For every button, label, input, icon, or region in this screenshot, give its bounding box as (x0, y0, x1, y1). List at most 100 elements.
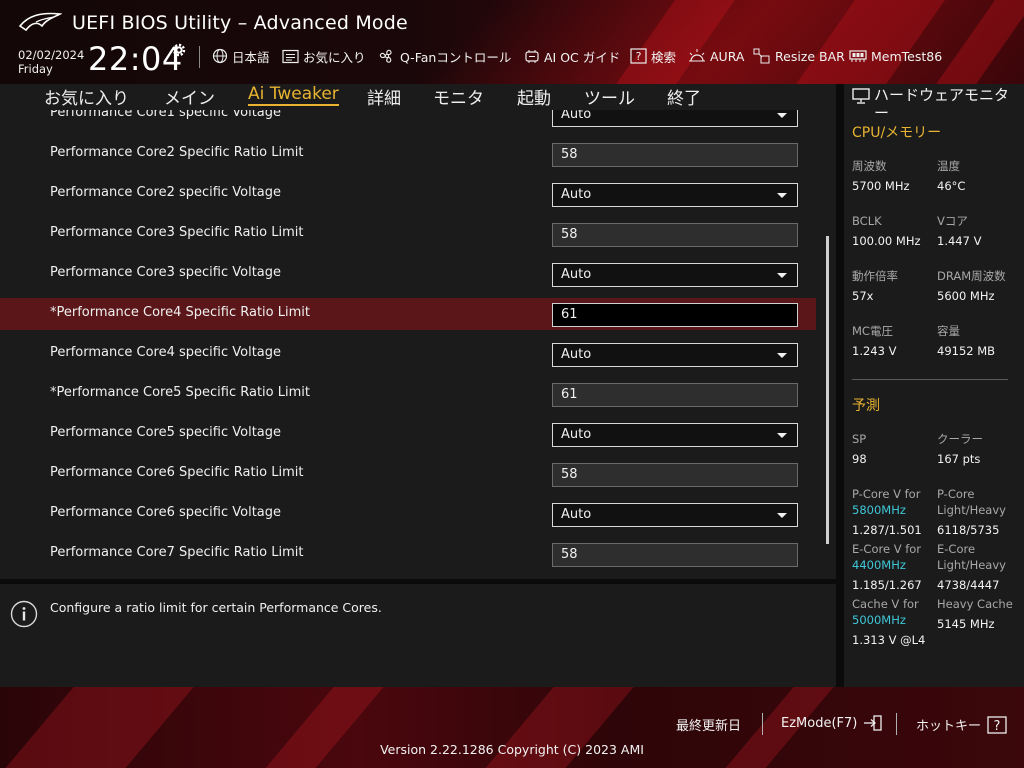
tab-boot[interactable]: 起動 (517, 84, 551, 109)
ecore-lh-label: E-Core (937, 542, 976, 556)
setting-row[interactable]: Performance Core3 Specific Ratio Limit 5… (0, 218, 816, 250)
ecore-v-label: E-Core V for (852, 542, 922, 556)
tab-ai-tweaker[interactable]: Ai Tweaker (248, 84, 339, 106)
tab-tool[interactable]: ツール (584, 84, 635, 109)
setting-label: *Performance Core4 Specific Ratio Limit (50, 305, 310, 320)
setting-label: Performance Core6 Specific Ratio Limit (50, 465, 304, 480)
chevron-down-icon (777, 113, 787, 118)
aura-icon (689, 49, 705, 62)
setting-value: 58 (561, 227, 578, 242)
ai-oc-guide-button[interactable]: AI OC ガイド (524, 46, 620, 66)
ecore-lh-sublabel: Light/Heavy (937, 558, 1006, 572)
ai-oc-label: AI OC ガイド (544, 49, 621, 65)
setting-value: 58 (561, 547, 578, 562)
cpu-memory-section: CPU/メモリー (852, 125, 942, 141)
setting-input-active[interactable]: 61 (552, 303, 798, 327)
help-icon: ? (987, 715, 1007, 734)
scrollbar[interactable] (826, 236, 829, 544)
setting-row[interactable]: Performance Core5 specific Voltage Auto (0, 418, 816, 450)
setting-row[interactable]: Performance Core1 specific Voltage Auto (0, 110, 816, 130)
gear-icon[interactable] (171, 42, 187, 58)
ezmode-label: EzMode(F7) (781, 715, 858, 731)
pcore-lh-label: P-Core (937, 487, 975, 501)
time-display: 22:04 (88, 40, 183, 78)
setting-value: Auto (561, 267, 592, 282)
ratio-label: 動作倍率 (852, 269, 898, 283)
setting-value: Auto (561, 187, 592, 202)
setting-label: Performance Core2 Specific Ratio Limit (50, 145, 304, 160)
tab-advanced[interactable]: 詳細 (367, 84, 401, 109)
setting-label: Performance Core7 Specific Ratio Limit (50, 545, 304, 560)
setting-input[interactable]: 58 (552, 223, 798, 247)
tab-monitor[interactable]: モニタ (433, 84, 484, 109)
pcore-v-value: 1.287/1.501 (852, 523, 922, 537)
chevron-down-icon (777, 273, 787, 278)
setting-row[interactable]: Performance Core2 specific Voltage Auto (0, 178, 816, 210)
search-help-icon: ? (630, 48, 647, 64)
setting-row-selected[interactable]: *Performance Core4 Specific Ratio Limit … (0, 298, 816, 330)
favorites-button[interactable]: お気に入り (282, 46, 366, 66)
settings-list: Performance Core1 specific Voltage Auto … (0, 110, 836, 577)
chevron-down-icon (777, 353, 787, 358)
date-display: 02/02/2024 (18, 48, 85, 62)
vcore-value: 1.447 V (937, 234, 982, 248)
setting-dropdown[interactable]: Auto (552, 183, 798, 207)
mc-voltage-value: 1.243 V (852, 344, 897, 358)
hotkeys-button[interactable]: ホットキー ? (916, 715, 1007, 734)
setting-input[interactable]: 58 (552, 143, 798, 167)
setting-label: Performance Core1 specific Voltage (50, 110, 282, 120)
search-button[interactable]: ? 検索 (630, 46, 676, 66)
setting-dropdown[interactable]: Auto (552, 110, 798, 127)
resize-bar-label: Resize BAR (775, 48, 845, 64)
info-icon (10, 600, 38, 628)
cache-v-value: 1.313 V @L4 (852, 633, 926, 647)
resize-bar-icon (753, 48, 770, 64)
setting-row[interactable]: Performance Core6 Specific Ratio Limit 5… (0, 458, 816, 490)
setting-row[interactable]: Performance Core2 Specific Ratio Limit 5… (0, 138, 816, 170)
toolbar-divider (199, 46, 200, 68)
last-modified-button[interactable]: 最終更新日 (676, 715, 741, 734)
setting-dropdown[interactable]: Auto (552, 263, 798, 287)
setting-input[interactable]: 61 (552, 383, 798, 407)
qfan-button[interactable]: Q-Fanコントロール (378, 46, 511, 66)
resize-bar-button[interactable]: Resize BAR (753, 46, 845, 66)
setting-row[interactable]: Performance Core6 specific Voltage Auto (0, 498, 816, 530)
bclk-label: BCLK (852, 214, 882, 228)
setting-value: 61 (561, 307, 578, 322)
temperature-value: 46°C (937, 179, 966, 193)
ratio-value: 57x (852, 289, 874, 303)
dram-frequency-value: 5600 MHz (937, 289, 995, 303)
dram-frequency-label: DRAM周波数 (937, 269, 1006, 283)
globe-icon (212, 48, 228, 64)
setting-input[interactable]: 58 (552, 543, 798, 567)
language-button[interactable]: 日本語 (212, 46, 270, 66)
pcore-lh-value: 6118/5735 (937, 523, 1000, 537)
setting-label: Performance Core5 specific Voltage (50, 425, 282, 440)
setting-dropdown[interactable]: Auto (552, 503, 798, 527)
setting-row[interactable]: *Performance Core5 Specific Ratio Limit … (0, 378, 816, 410)
setting-row[interactable]: Performance Core4 specific Voltage Auto (0, 338, 816, 370)
help-panel: Configure a ratio limit for certain Perf… (0, 579, 836, 687)
setting-row[interactable]: Performance Core3 specific Voltage Auto (0, 258, 816, 290)
setting-row[interactable]: Performance Core7 Specific Ratio Limit 5… (0, 538, 816, 570)
app-title: UEFI BIOS Utility – Advanced Mode (72, 12, 408, 34)
ezmode-button[interactable]: EzMode(F7) (781, 715, 883, 731)
setting-dropdown[interactable]: Auto (552, 423, 798, 447)
ecore-v-freq: 4400MHz (852, 558, 906, 572)
rog-logo (18, 12, 62, 32)
setting-input[interactable]: 58 (552, 463, 798, 487)
setting-label: Performance Core3 specific Voltage (50, 265, 282, 280)
ecore-lh-value: 4738/4447 (937, 578, 1000, 592)
last-modified-label: 最終更新日 (676, 719, 742, 734)
chevron-down-icon (777, 193, 787, 198)
monitor-divider (852, 379, 1008, 380)
tab-main[interactable]: メイン (164, 84, 215, 109)
memtest-button[interactable]: MemTest86 (849, 46, 942, 66)
aura-button[interactable]: AURA (688, 46, 744, 66)
setting-value: Auto (561, 110, 592, 122)
cooler-value: 167 pts (937, 452, 981, 466)
tab-favorites[interactable]: お気に入り (44, 84, 129, 109)
tab-exit[interactable]: 終了 (667, 84, 701, 109)
setting-dropdown[interactable]: Auto (552, 343, 798, 367)
capacity-value: 49152 MB (937, 344, 996, 358)
